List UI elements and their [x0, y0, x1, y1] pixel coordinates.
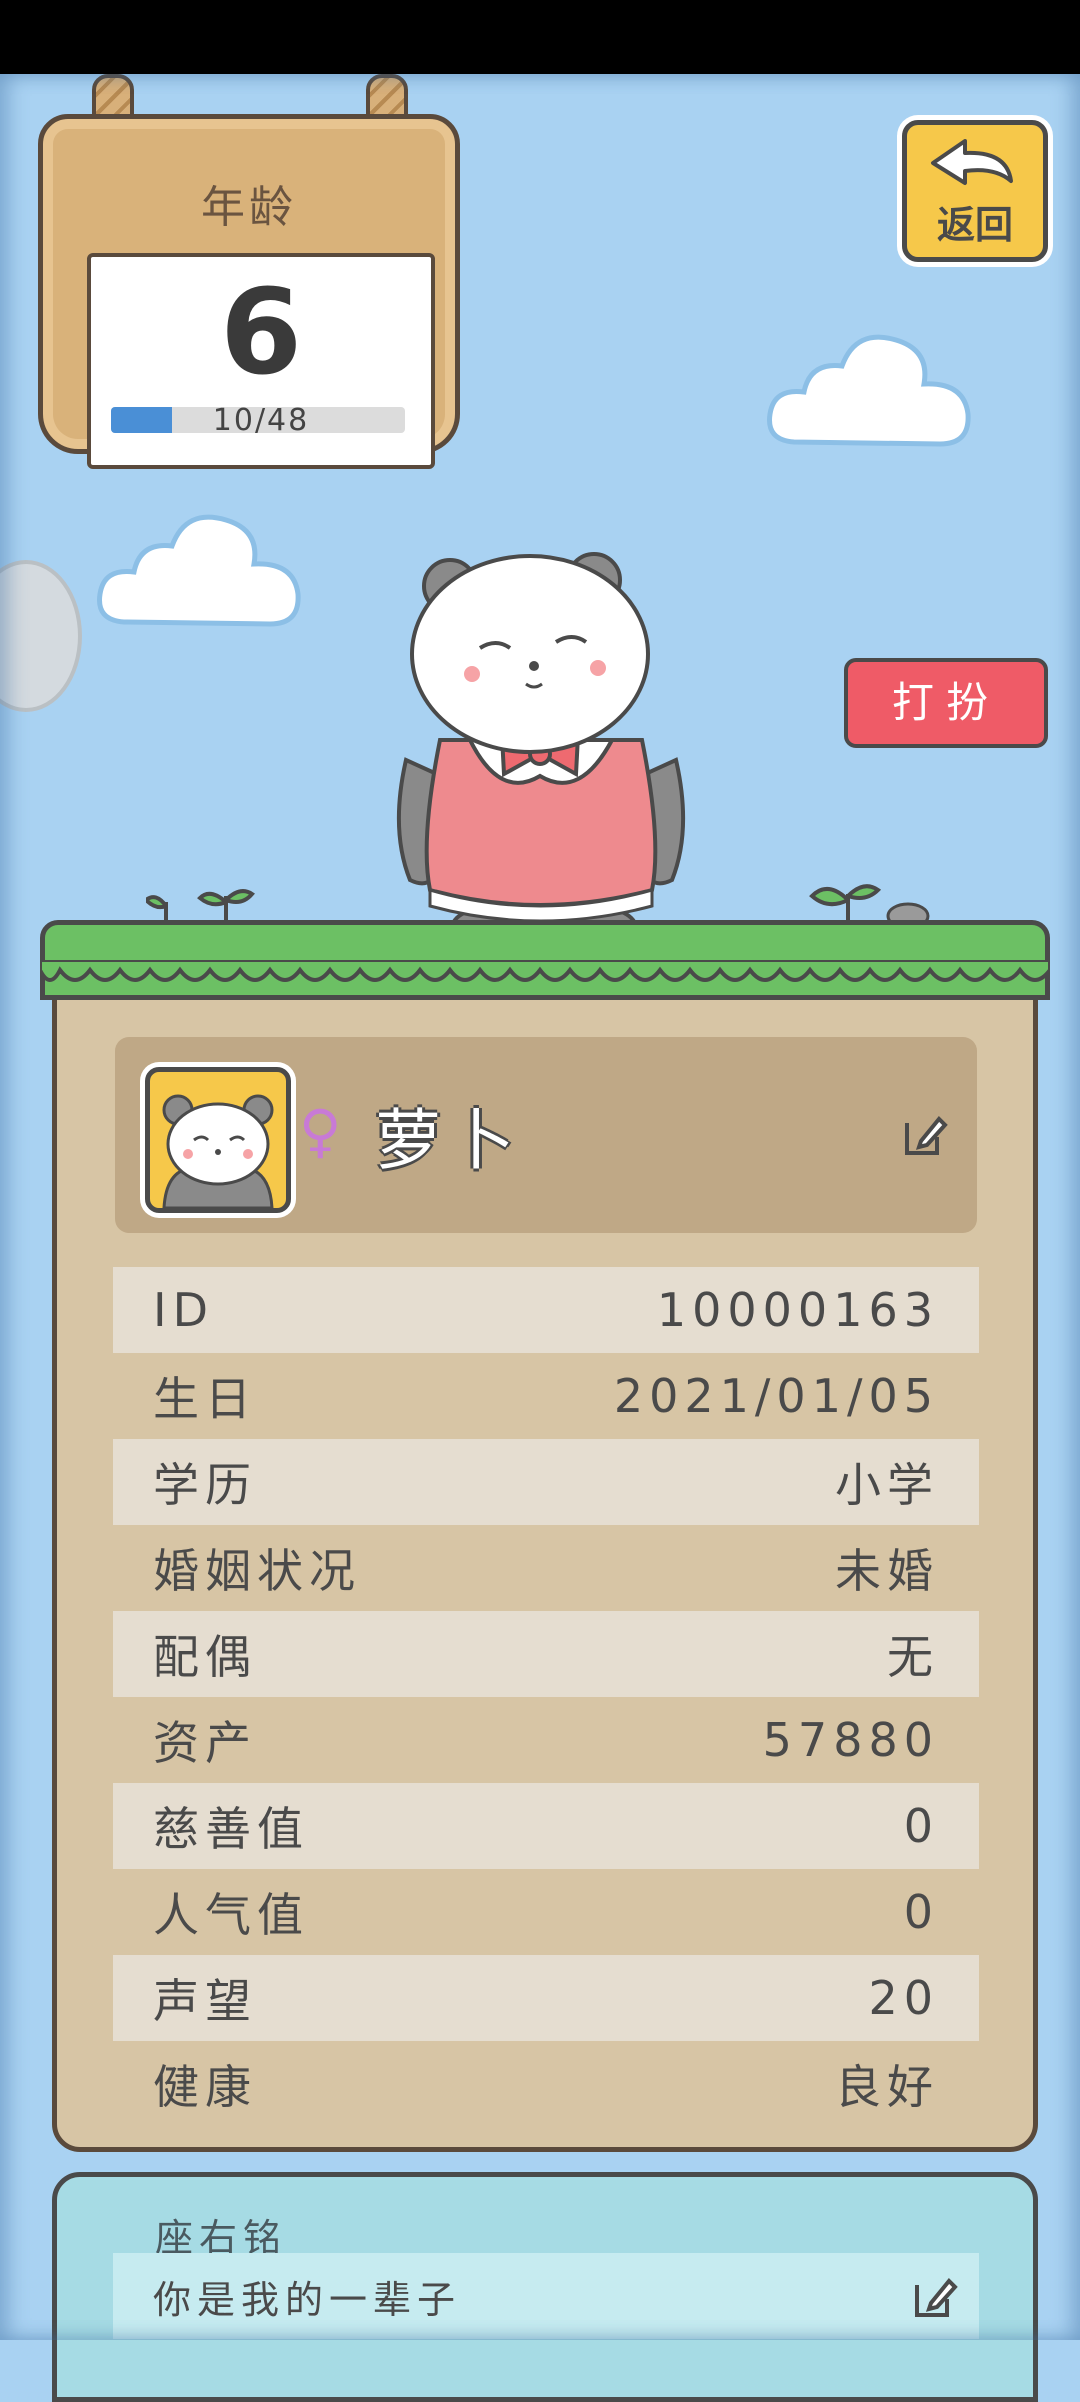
coin-icon[interactable] — [0, 560, 82, 712]
info-row-spouse: 配偶 无 — [113, 1611, 979, 1697]
panda-avatar-icon — [162, 1094, 274, 1208]
info-label: ID — [153, 1283, 214, 1337]
info-value: 0 — [903, 1885, 939, 1939]
sprout-icon — [809, 884, 930, 926]
info-row-id: ID 10000163 — [113, 1267, 979, 1353]
age-title: 年龄 — [201, 182, 297, 233]
cloud-icon — [767, 334, 971, 447]
info-label: 人气值 — [153, 1888, 309, 1942]
back-button-label: 返回 — [936, 203, 1013, 247]
age-progress-text: 10/48 — [212, 403, 310, 438]
status-bar — [0, 0, 1080, 74]
panda-character[interactable] — [380, 540, 700, 960]
info-value: 未婚 — [835, 1544, 939, 1598]
age-paper: 6 10/48 — [87, 253, 435, 469]
back-button[interactable]: 返回 — [902, 120, 1048, 262]
dress-up-button[interactable]: 打扮 — [844, 658, 1048, 748]
info-value: 0 — [903, 1799, 939, 1853]
grass-edge — [40, 960, 1050, 982]
info-row-birthday: 生日 2021/01/05 — [113, 1353, 979, 1439]
info-value: 10000163 — [656, 1283, 939, 1337]
back-arrow-icon — [931, 139, 1013, 185]
info-row-popularity: 人气值 0 — [113, 1869, 979, 1955]
info-value: 2021/01/05 — [613, 1369, 939, 1423]
info-label: 声望 — [153, 1974, 257, 2028]
motto-text-value: 你是我的一辈子 — [153, 2277, 462, 2322]
edit-name-icon[interactable] — [901, 1111, 949, 1159]
profile-card: ♀ 萝卜 — [115, 1037, 977, 1233]
info-label: 资产 — [153, 1716, 257, 1770]
age-value: 6 — [219, 263, 303, 401]
info-label: 慈善值 — [153, 1802, 309, 1856]
info-value: 20 — [868, 1971, 939, 2025]
age-sign: 年龄 6 10/48 — [30, 74, 460, 469]
info-list: ID 10000163 生日 2021/01/05 学历 小学 婚姻状况 未婚 … — [113, 1267, 979, 2127]
motto-panel: 座右铭 你是我的一辈子 — [52, 2172, 1038, 2402]
info-row-marital-status: 婚姻状况 未婚 — [113, 1525, 979, 1611]
info-value: 57880 — [762, 1713, 939, 1767]
info-value: 无 — [887, 1630, 939, 1684]
age-board: 年龄 6 10/48 — [38, 114, 460, 469]
info-row-charity: 慈善值 0 — [113, 1783, 979, 1869]
info-value: 良好 — [835, 2060, 939, 2114]
info-label: 生日 — [153, 1372, 257, 1426]
info-label: 配偶 — [153, 1630, 257, 1684]
info-value: 小学 — [835, 1458, 939, 1512]
info-row-reputation: 声望 20 — [113, 1955, 979, 2041]
sprout-icon — [146, 889, 255, 924]
player-name: 萝卜 — [375, 1102, 523, 1179]
gender-female-icon: ♀ — [299, 1097, 342, 1165]
info-row-education: 学历 小学 — [113, 1439, 979, 1525]
info-label: 婚姻状况 — [153, 1544, 361, 1598]
info-row-health: 健康 良好 — [113, 2041, 979, 2127]
profile-panel: ♀ 萝卜 ID 10000163 生日 2021/01/05 学历 小学 婚姻状… — [52, 924, 1038, 2152]
info-label: 健康 — [153, 2060, 257, 2114]
avatar[interactable] — [145, 1067, 291, 1213]
info-row-assets: 资产 57880 — [113, 1697, 979, 1783]
info-label: 学历 — [153, 1458, 257, 1512]
motto-text: 你是我的一辈子 — [113, 2253, 979, 2339]
edit-motto-icon[interactable] — [911, 2273, 959, 2321]
cloud-icon — [97, 514, 301, 627]
